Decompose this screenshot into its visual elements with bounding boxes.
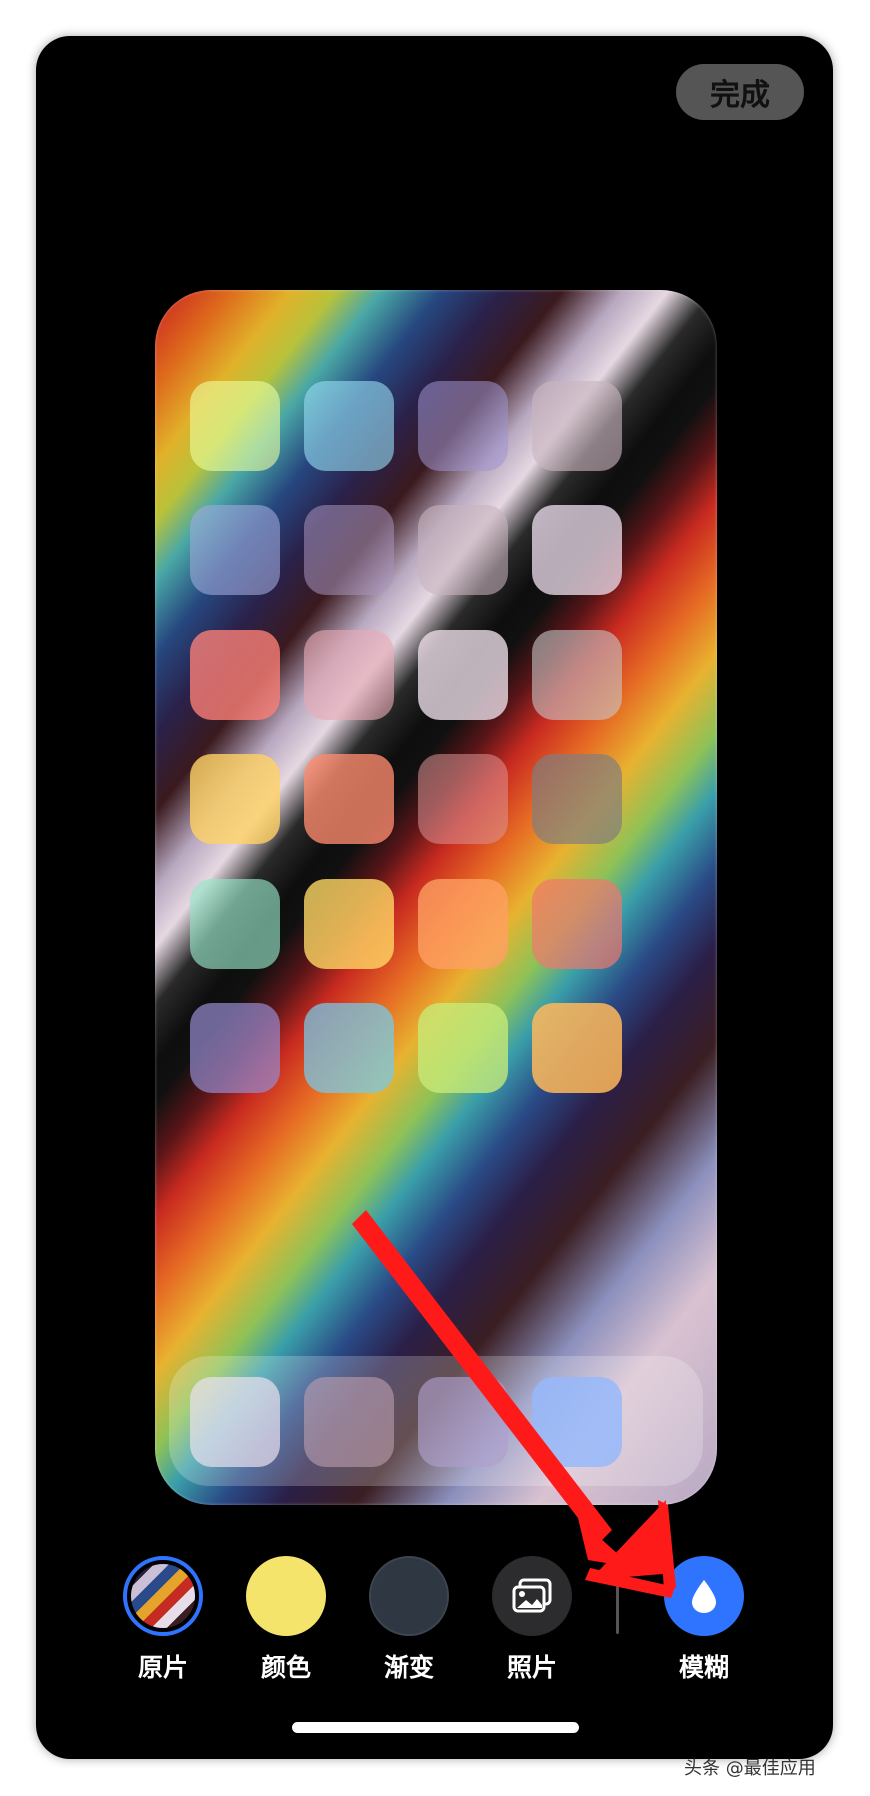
dock-icon-placeholder (532, 1377, 622, 1467)
app-icon-placeholder (190, 1003, 280, 1093)
dock-icon-placeholder (190, 1377, 280, 1467)
gradient-swatch-icon (369, 1556, 449, 1636)
dock-icon-placeholder (418, 1377, 508, 1467)
toolbar-divider (616, 1560, 619, 1634)
app-icon-placeholder (418, 1003, 508, 1093)
tool-color-label: 颜色 (260, 1653, 311, 1682)
done-button[interactable]: 完成 (676, 64, 804, 120)
app-icon-placeholder (418, 879, 508, 969)
app-icon-placeholder (190, 505, 280, 595)
tool-blur-label: 模糊 (678, 1653, 729, 1682)
wallpaper-swatch (131, 1564, 195, 1628)
app-icon-placeholder (190, 754, 280, 844)
color-swatch-icon (246, 1556, 326, 1636)
app-icon-placeholder (532, 1003, 622, 1093)
tool-color[interactable]: 颜色 (231, 1556, 341, 1682)
app-icon-placeholder (532, 630, 622, 720)
app-icon-placeholder (304, 505, 394, 595)
app-icon-placeholder (532, 505, 622, 595)
tool-blur[interactable]: 模糊 (649, 1556, 759, 1682)
app-icon-placeholder (304, 754, 394, 844)
app-icon-placeholder (418, 754, 508, 844)
tool-photo-label: 照片 (506, 1653, 557, 1682)
app-icon-placeholder (418, 381, 508, 471)
tool-original[interactable]: 原片 (108, 1556, 218, 1682)
app-icon-placeholder (532, 754, 622, 844)
tool-original-label: 原片 (137, 1653, 188, 1682)
app-icon-placeholder (304, 879, 394, 969)
home-screen-preview (155, 290, 717, 1505)
phone-screen: 完成 原片 颜色 渐变 照片 模糊 (36, 36, 833, 1759)
app-icon-placeholder (190, 630, 280, 720)
dock-icon-placeholder (304, 1377, 394, 1467)
original-wallpaper-icon (123, 1556, 203, 1636)
app-icon-placeholder (304, 1003, 394, 1093)
app-icon-placeholder (532, 879, 622, 969)
photos-icon (492, 1556, 572, 1636)
app-icon-placeholder (304, 630, 394, 720)
watermark: 头条 @最佳应用 (684, 1758, 816, 1779)
app-icon-placeholder (532, 381, 622, 471)
blur-drop-icon (664, 1556, 744, 1636)
app-icon-placeholder (190, 381, 280, 471)
app-icon-placeholder (304, 381, 394, 471)
wallpaper-style-toolbar: 原片 颜色 渐变 照片 模糊 (36, 1556, 833, 1682)
app-icon-placeholder (190, 879, 280, 969)
home-indicator (292, 1722, 579, 1733)
tool-photo[interactable]: 照片 (477, 1556, 587, 1682)
tool-gradient-label: 渐变 (383, 1653, 434, 1682)
app-icon-placeholder (418, 630, 508, 720)
app-icon-placeholder (418, 505, 508, 595)
tool-gradient[interactable]: 渐变 (354, 1556, 464, 1682)
